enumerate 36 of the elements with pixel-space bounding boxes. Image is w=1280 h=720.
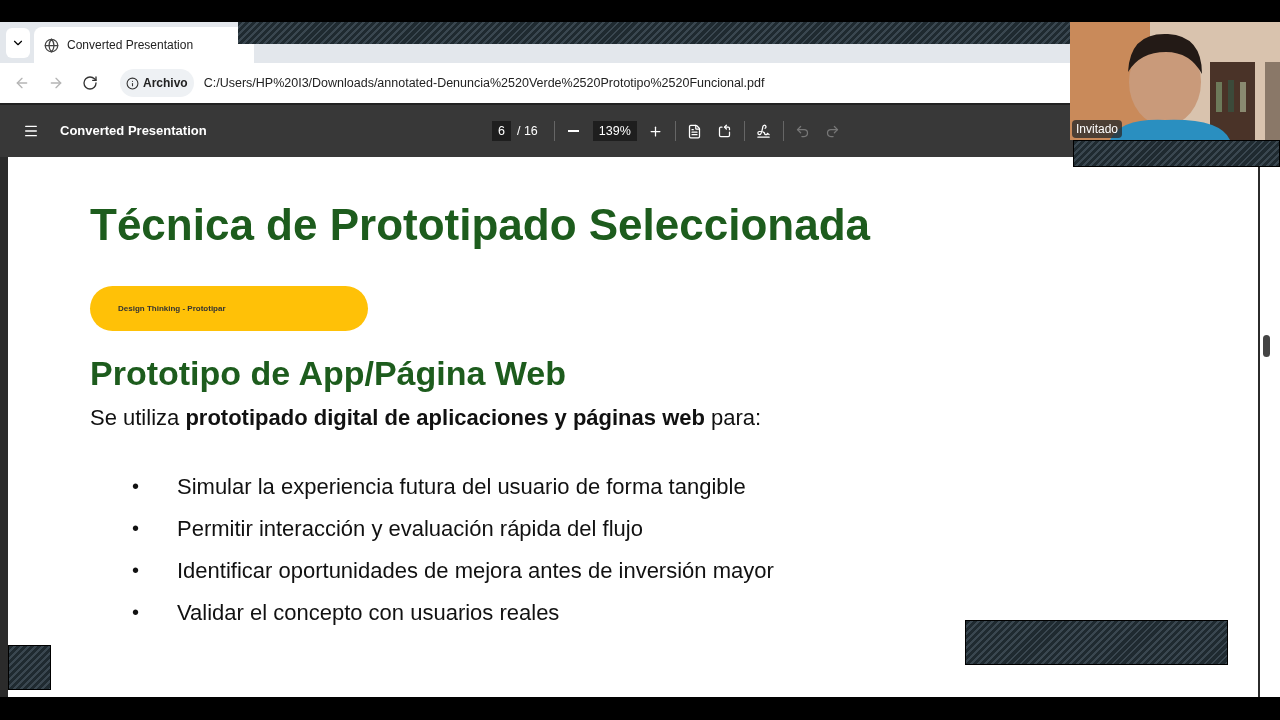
globe-icon — [44, 37, 59, 53]
tab-title: Converted Presentation — [67, 37, 194, 54]
document-icon — [687, 123, 703, 139]
bullet-marker: • — [132, 558, 140, 583]
url-text[interactable]: C:/Users/HP%20I3/Downloads/annotated-Denuncia%2520Verde%2520Prototipo%2520Funcional.pdf — [203, 73, 765, 93]
bullet-marker: • — [132, 474, 140, 499]
site-info-chip[interactable]: Archivo — [120, 69, 194, 97]
browser-tab[interactable]: Converted Presentation — [34, 27, 254, 63]
slide-subtitle: Prototipo de App/Página Web — [90, 353, 567, 394]
slide-title: Técnica de Prototipado Seleccionada — [90, 199, 872, 251]
arrow-right-icon — [48, 75, 64, 91]
document-title: Converted Presentation — [60, 122, 208, 141]
hatched-bar — [8, 645, 51, 690]
bullet-marker: • — [132, 516, 140, 541]
intro-text: Se utiliza prototipado digital de aplicaciones y páginas web para: — [90, 404, 763, 432]
rotate-icon — [717, 123, 733, 139]
bullet-text: Simular la experiencia futura del usuario de forma tangible — [177, 472, 746, 501]
reload-icon — [82, 75, 98, 91]
plus-icon — [648, 123, 664, 139]
participant-name: Invitado — [1072, 120, 1123, 138]
tag-text: Design Thinking - Prototipar — [118, 302, 226, 315]
site-label: Archivo — [143, 75, 188, 92]
undo-icon — [795, 123, 811, 139]
redo-icon — [825, 123, 841, 139]
zoom-field[interactable]: 139% — [592, 121, 637, 141]
page-count: / 16 — [516, 122, 538, 140]
menu-icon — [23, 123, 39, 139]
info-icon — [126, 76, 139, 90]
bullet-text: Identificar oportunidades de mejora antes de inversión mayor — [177, 556, 774, 585]
signature-icon — [756, 123, 772, 139]
bullet-text: Permitir interacción y evaluación rápida del flujo — [177, 514, 643, 543]
minus-icon — [568, 130, 580, 132]
bullet-text: Validar el concepto con usuarios reales — [177, 598, 560, 627]
page-number-field[interactable]: 6 — [492, 121, 511, 141]
bullet-marker: • — [132, 600, 140, 625]
scrollbar-thumb[interactable] — [1263, 335, 1270, 357]
